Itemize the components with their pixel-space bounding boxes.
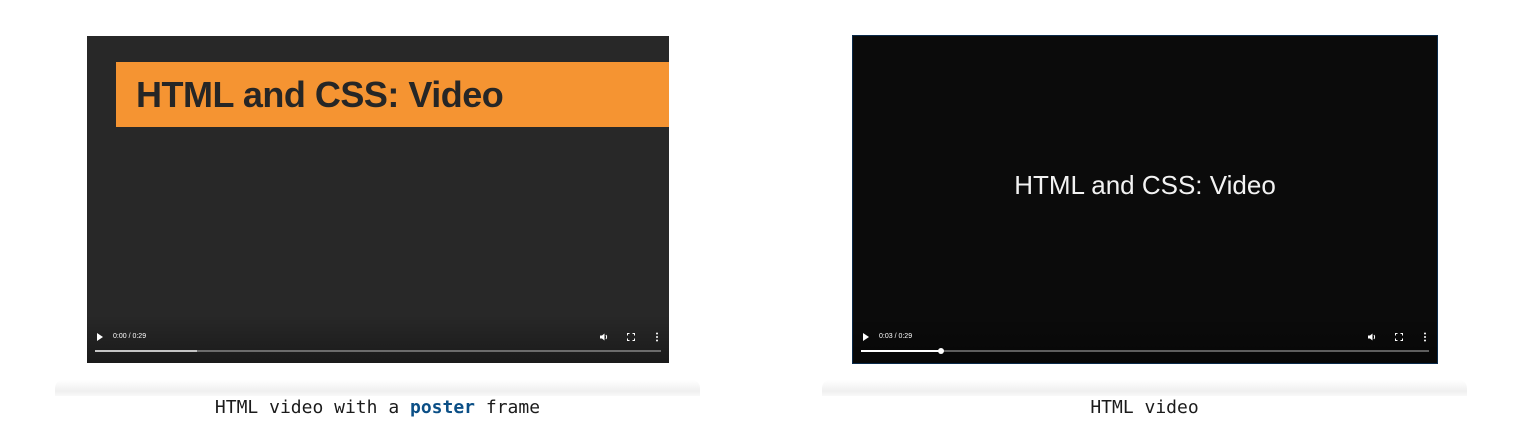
figure-shadow [822, 380, 1467, 396]
fullscreen-icon[interactable] [627, 333, 635, 341]
figure-caption: HTML video with a poster frame [55, 397, 700, 418]
timeline-scrubber-handle[interactable] [937, 348, 944, 354]
poster-video-figure: HTML and CSS: Video 0:00 / 0:29 HTML vid… [55, 0, 700, 448]
volume-icon[interactable] [1367, 332, 1377, 342]
controls-row: 0:00 / 0:29 [95, 331, 661, 343]
caption-text-end: frame [475, 397, 541, 418]
video-controls: 0:00 / 0:29 [87, 315, 669, 363]
more-options-icon[interactable] [655, 332, 659, 342]
poster-video-player[interactable]: HTML and CSS: Video 0:00 / 0:29 [87, 36, 669, 363]
play-icon[interactable] [97, 333, 103, 341]
plain-video-figure: HTML and CSS: Video 0:03 / 0:29 HTML vid… [822, 0, 1467, 448]
caption-text: HTML video with a [214, 397, 410, 418]
video-controls: 0:03 / 0:29 [853, 315, 1437, 363]
timeline-progress [861, 350, 941, 352]
video-timeline[interactable] [95, 350, 661, 352]
volume-icon[interactable] [599, 332, 609, 342]
timeline-buffered [95, 350, 197, 352]
poster-title: HTML and CSS: Video [136, 74, 504, 115]
plain-video-player[interactable]: HTML and CSS: Video 0:03 / 0:29 [852, 35, 1438, 364]
controls-row: 0:03 / 0:29 [861, 331, 1429, 343]
video-frame-text: HTML and CSS: Video [1014, 170, 1276, 200]
video-timeline[interactable] [861, 348, 1429, 354]
fullscreen-icon[interactable] [1395, 333, 1403, 341]
poster-title-band: HTML and CSS: Video [116, 62, 669, 127]
figure-caption: HTML video [1090, 397, 1199, 418]
caption-code: poster [410, 397, 476, 418]
play-icon[interactable] [863, 333, 869, 341]
more-options-icon[interactable] [1423, 332, 1427, 342]
figure-shadow [55, 380, 700, 396]
time-display: 0:00 / 0:29 [113, 333, 147, 340]
time-display: 0:03 / 0:29 [879, 333, 913, 340]
